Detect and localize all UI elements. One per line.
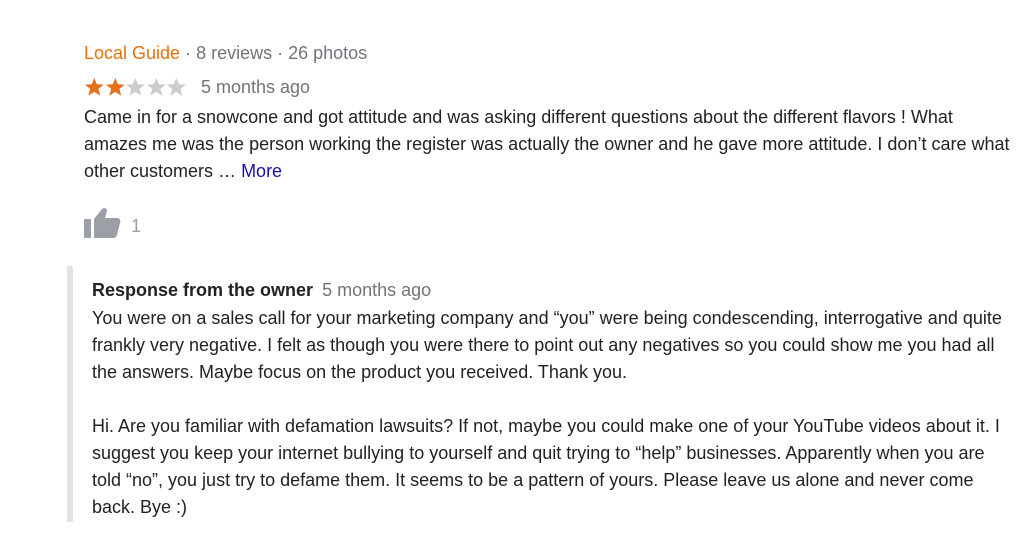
star-empty-icon [167, 78, 187, 96]
meta-separator: · [180, 43, 197, 63]
photos-count: 26 photos [288, 43, 368, 63]
response-header: Response from the owner 5 months ago [92, 277, 1012, 304]
review-body: Came in for a snowcone and got attitude … [84, 107, 1010, 181]
meta-separator: · [272, 43, 289, 63]
like-count: 1 [131, 216, 142, 236]
review-date: 5 months ago [200, 76, 311, 97]
like-row: 1 [84, 204, 1014, 238]
review-card: Local Guide · 8 reviews · 26 photos 5 mo… [84, 40, 1014, 238]
local-guide-badge[interactable]: Local Guide [84, 43, 180, 63]
response-title: Response from the owner [92, 280, 314, 300]
star-filled-icon [84, 78, 104, 96]
reviews-count: 8 reviews [196, 43, 273, 63]
more-link[interactable]: More [241, 161, 282, 181]
response-date: 5 months ago [322, 280, 432, 300]
star-rating [84, 77, 187, 97]
response-text: You were on a sales call for your market… [92, 308, 1002, 517]
star-empty-icon [146, 78, 166, 96]
review-text: Came in for a snowcone and got attitude … [84, 104, 1014, 185]
owner-response: Response from the owner 5 months ago You… [67, 266, 1012, 522]
like-button[interactable] [84, 206, 122, 238]
star-empty-icon [125, 78, 145, 96]
thumbs-up-icon [84, 207, 121, 238]
star-filled-icon [105, 78, 125, 96]
reviewer-meta: Local Guide · 8 reviews · 26 photos [84, 40, 1014, 66]
rating-row: 5 months ago [84, 75, 1014, 99]
